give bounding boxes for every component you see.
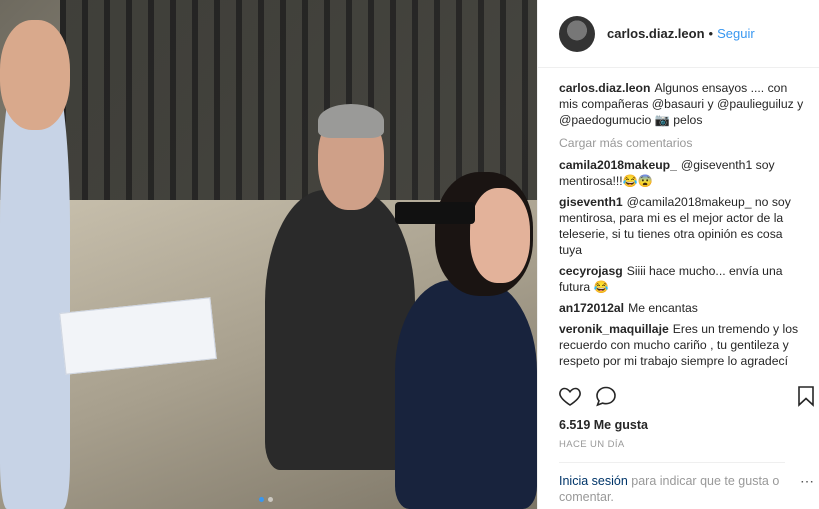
avatar[interactable] [559, 15, 595, 52]
comment: veronik_maquillaje Eres un tremendo y los… [559, 321, 804, 369]
person-right-face [470, 188, 530, 283]
comment: camila2018makeup_ @giseventh1 soy mentiro… [559, 157, 804, 189]
load-more-comments-button[interactable]: Cargar más comentarios [559, 135, 804, 151]
bookmark-icon[interactable] [794, 384, 818, 408]
likes-count[interactable]: 6.519 Me gusta [559, 418, 648, 432]
carousel-dot-2[interactable] [268, 497, 273, 502]
post-header: carlos.diaz.leon • Seguir [538, 0, 819, 68]
header-separator: • [708, 26, 714, 41]
header-username[interactable]: carlos.diaz.leon [607, 26, 705, 41]
comment: cecyrojasg Siiii hace mucho... envía una … [559, 263, 804, 295]
login-link[interactable]: Inicia sesión [559, 474, 628, 488]
heart-icon[interactable] [558, 384, 582, 408]
person-right [395, 280, 537, 509]
login-prompt: Inicia sesión para indicar que te gusta … [559, 462, 785, 505]
comment: giseventh1 @camila2018makeup_ no soy ment… [559, 194, 804, 258]
person-middle-hair [318, 104, 384, 138]
comment: an172012al Me encantas [559, 300, 804, 316]
comment-username[interactable]: veronik_maquillaje [559, 322, 669, 336]
prop-gun [395, 202, 475, 224]
comment-username[interactable]: camila2018makeup_ [559, 158, 677, 172]
follow-button[interactable]: Seguir [717, 26, 755, 41]
post-side-panel: carlos.diaz.leon • Seguir carlos.diaz.le… [537, 0, 819, 509]
comment-username[interactable]: giseventh1 [559, 195, 623, 209]
caption-username[interactable]: carlos.diaz.leon [559, 81, 650, 95]
comment-username[interactable]: an172012al [559, 301, 624, 315]
comments-list[interactable]: carlos.diaz.leon Algunos ensayos .... con… [538, 68, 819, 380]
post-photo[interactable] [0, 0, 537, 509]
post-timestamp: HACE UN DÍA [559, 439, 625, 450]
person-left-head [0, 20, 70, 130]
more-options-icon[interactable]: ⋯ [800, 473, 814, 490]
comment-text: Me encantas [628, 301, 698, 315]
person-middle [265, 190, 415, 470]
caption: carlos.diaz.leon Algunos ensayos .... con… [559, 80, 804, 128]
carousel-dots [259, 497, 273, 502]
carousel-dot-1[interactable] [259, 497, 264, 502]
comment-bubble-icon[interactable] [594, 384, 618, 408]
post-actions [558, 384, 819, 414]
comment-username[interactable]: cecyrojasg [559, 264, 623, 278]
